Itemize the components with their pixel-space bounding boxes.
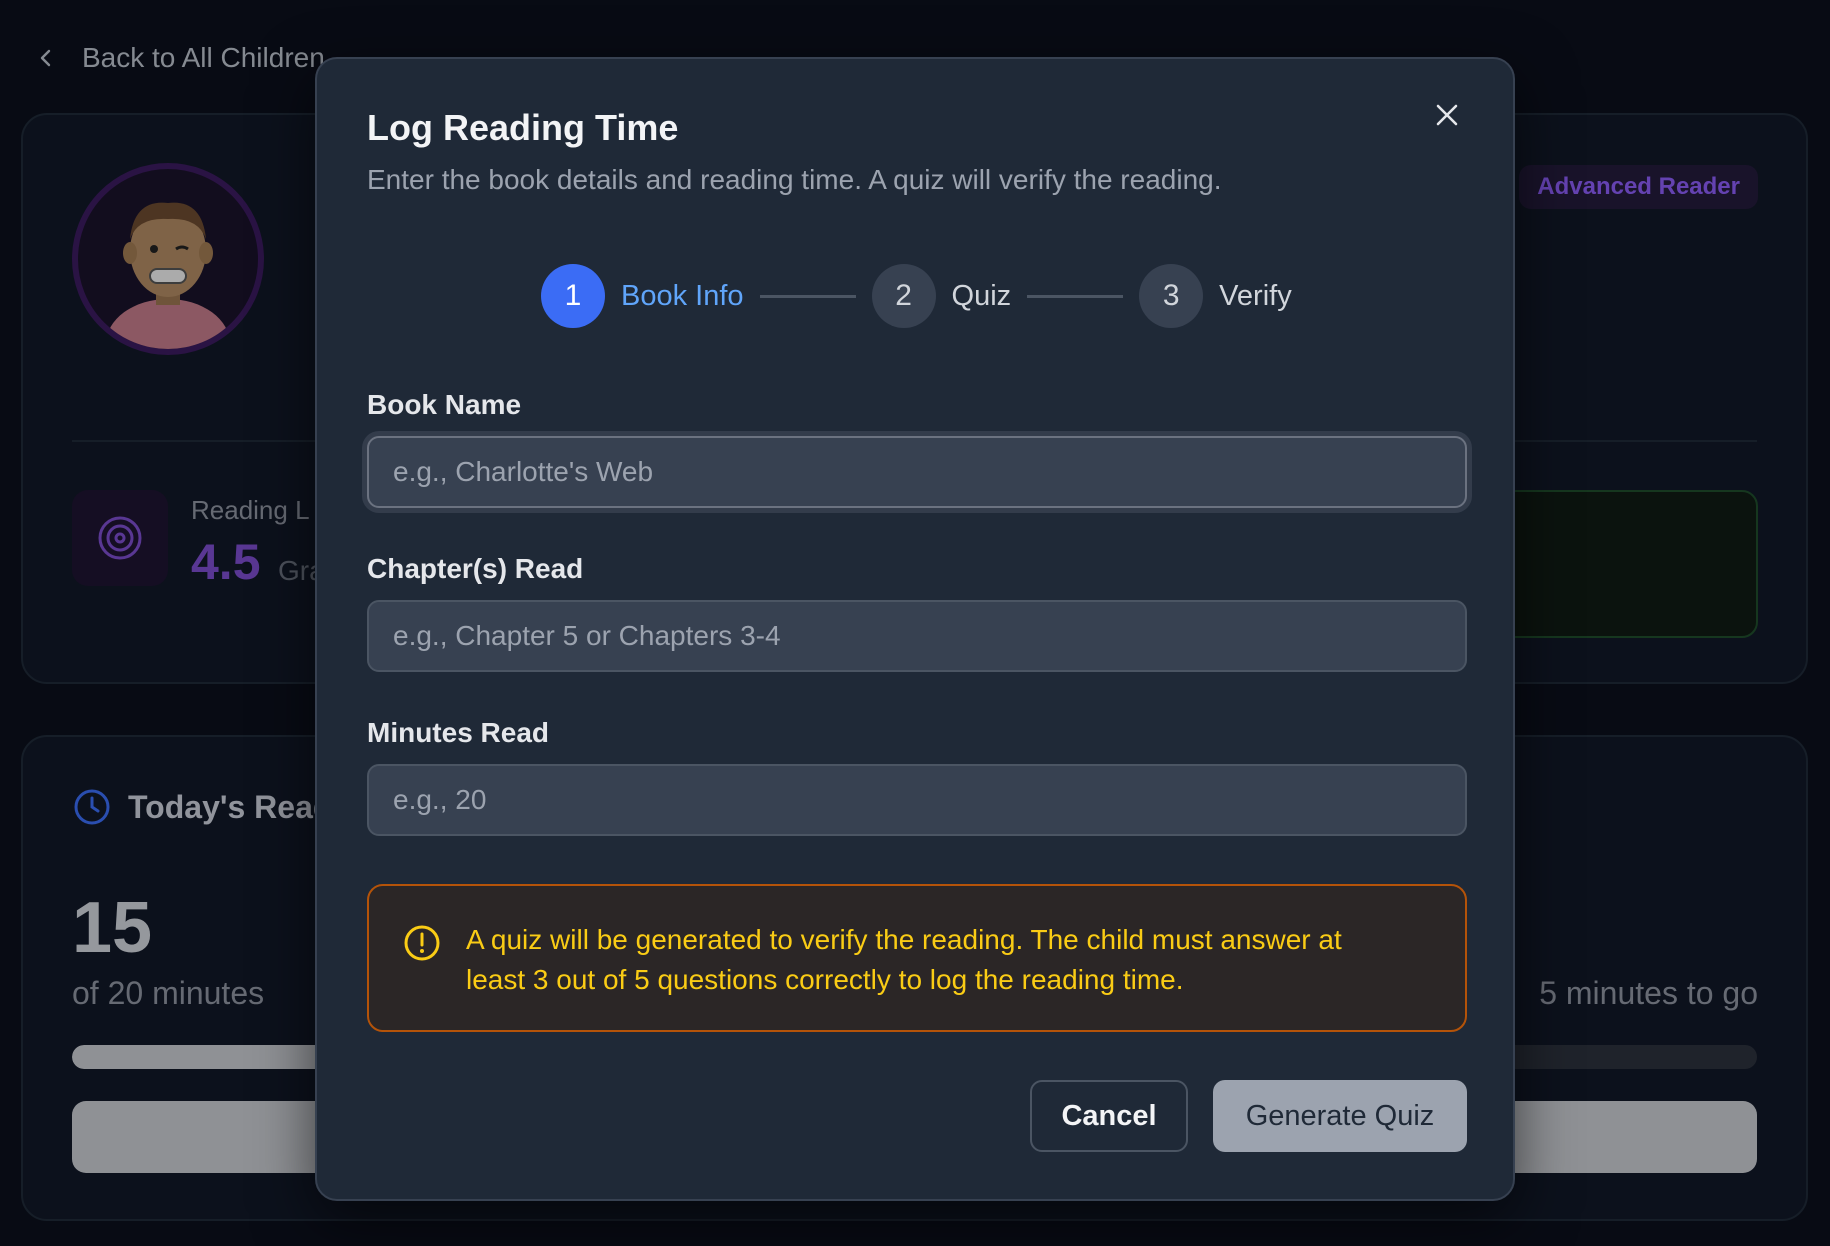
book-name-label: Book Name <box>367 389 522 420</box>
step-connector <box>759 294 856 298</box>
generate-quiz-button[interactable]: Generate Quiz <box>1213 1080 1467 1152</box>
today-title: Today's Read <box>72 787 332 827</box>
close-button[interactable] <box>1427 95 1467 135</box>
alert-circle-icon <box>404 925 440 961</box>
chevron-left-icon <box>40 49 51 67</box>
quiz-notice: A quiz will be generated to verify the r… <box>367 884 1467 1032</box>
step-label: Book Info <box>621 279 744 312</box>
of-minutes-label: of 20 minutes <box>72 975 265 1011</box>
chapters-label: Chapter(s) Read <box>367 553 584 584</box>
back-link-label: Back to All Children <box>82 42 325 73</box>
step-number: 1 <box>541 264 605 328</box>
back-link[interactable]: Back to All Children <box>36 42 325 74</box>
dialog-title: Log Reading Time <box>367 107 679 148</box>
step-number: 2 <box>871 264 936 328</box>
minutes-read-value: 15 <box>72 888 153 968</box>
step-book-info: 1 Book Info <box>541 264 744 328</box>
notice-text: A quiz will be generated to verify the r… <box>466 924 1342 995</box>
clock-icon <box>74 789 110 825</box>
stepper: 1 Book Info 2 Quiz 3 Verify <box>541 264 1292 328</box>
today-title-label: Today's Read <box>128 788 333 825</box>
step-quiz: 2 Quiz <box>871 264 1012 328</box>
step-verify: 3 Verify <box>1139 264 1292 328</box>
reading-level-value: 4.5 <box>191 534 261 590</box>
book-name-input[interactable] <box>367 436 1467 508</box>
avatar <box>72 163 264 355</box>
close-icon <box>1436 104 1458 126</box>
cancel-button[interactable]: Cancel <box>1030 1080 1188 1152</box>
step-connector <box>1027 294 1124 298</box>
log-reading-dialog: Log Reading Time Enter the book details … <box>315 57 1515 1201</box>
minutes-input[interactable] <box>367 764 1467 836</box>
reading-level-label: Reading L <box>191 495 310 525</box>
minutes-to-go-label: 5 minutes to go <box>1539 975 1758 1011</box>
advanced-reader-badge: Advanced Reader <box>1519 165 1758 209</box>
step-label: Quiz <box>951 279 1012 312</box>
target-icon <box>72 490 168 586</box>
step-number: 3 <box>1139 264 1204 328</box>
chapters-input[interactable] <box>367 600 1467 672</box>
step-label: Verify <box>1219 279 1292 312</box>
minutes-label: Minutes Read <box>367 717 550 748</box>
dialog-description: Enter the book details and reading time.… <box>367 164 1222 195</box>
